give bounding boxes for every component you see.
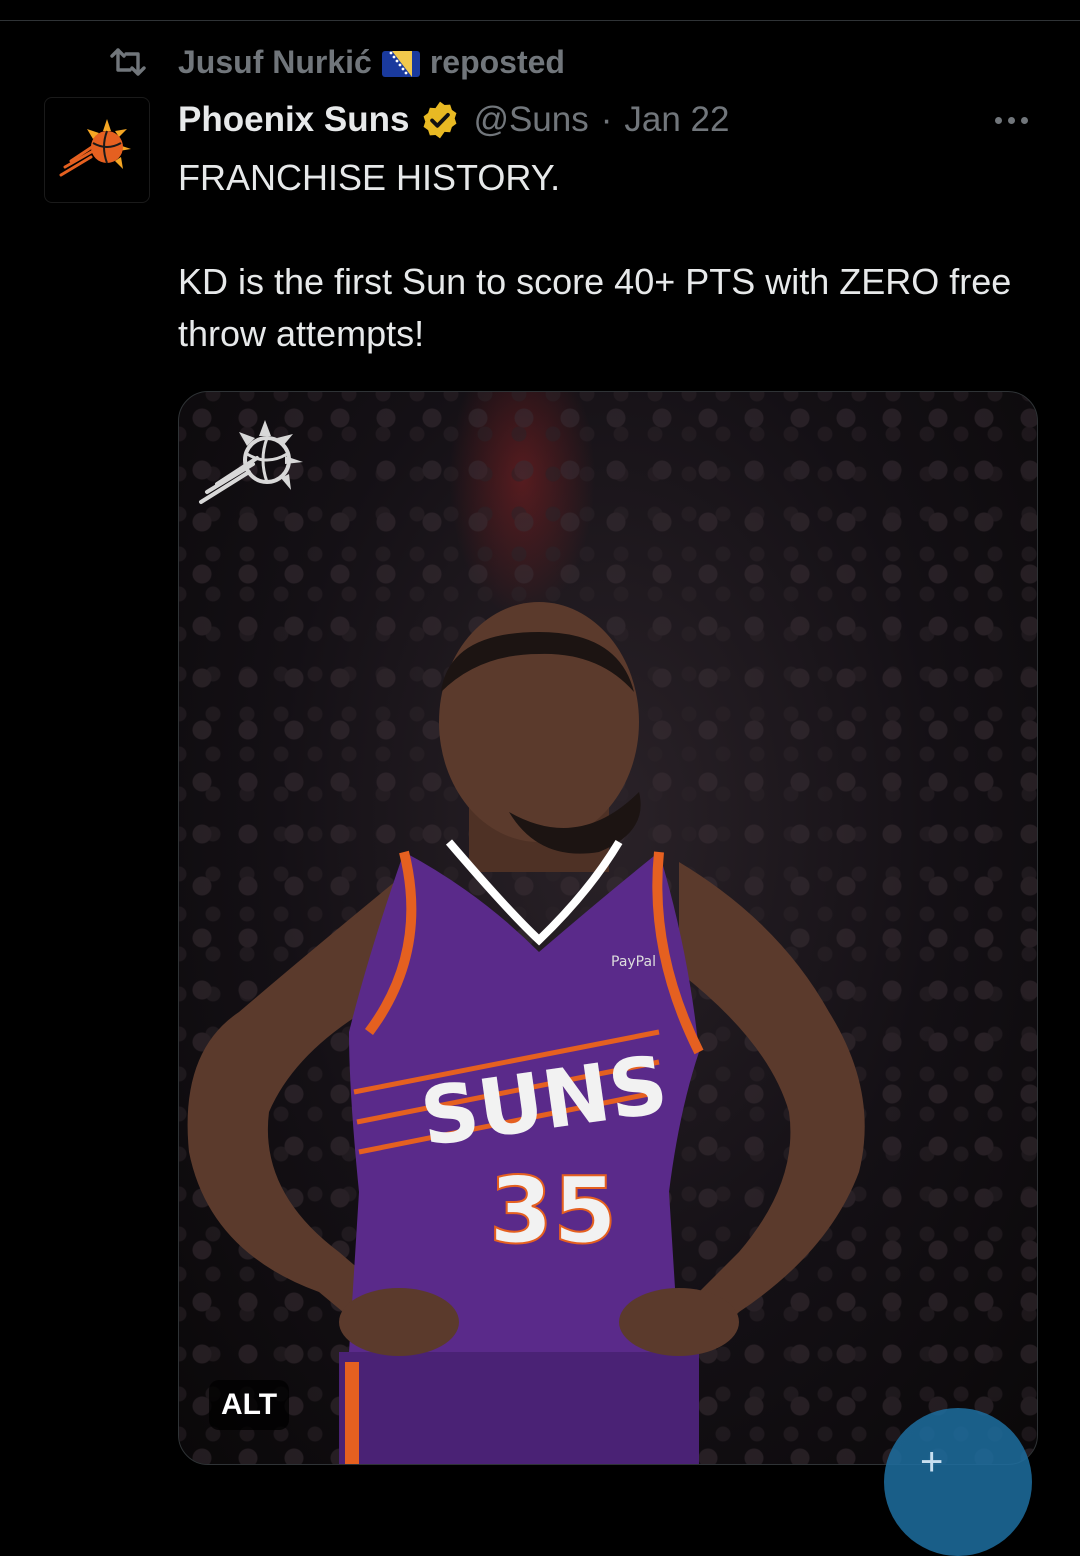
- tweet-text: FRANCHISE HISTORY. KD is the first Sun t…: [178, 152, 1038, 360]
- phoenix-suns-logo-icon: [59, 119, 131, 177]
- compose-post-button[interactable]: [884, 1408, 1032, 1556]
- repost-label: reposted: [429, 43, 565, 80]
- verified-badge-icon: [423, 101, 457, 139]
- suns-sunburst-logo-icon: [199, 420, 303, 504]
- tweet-text-line: FRANCHISE HISTORY.: [178, 157, 561, 198]
- alt-text-button[interactable]: ALT: [209, 1380, 289, 1430]
- repost-user-name[interactable]: Jusuf Nurkić: [178, 44, 372, 81]
- display-name[interactable]: Phoenix Suns: [178, 100, 409, 140]
- tweet-text-line: KD is the first Sun to score 40+ PTS wit…: [178, 261, 1012, 354]
- repost-icon: [106, 40, 150, 84]
- tweet-header: Phoenix Suns @Suns · Jan 22: [178, 96, 730, 144]
- jersey-number: 35: [489, 1157, 617, 1264]
- compose-post-icon: +: [920, 1440, 944, 1484]
- tweet-media-image[interactable]: SUNS 35 PayPal ALT: [178, 391, 1038, 1465]
- repost-context[interactable]: Jusuf Nurkić reposted: [106, 40, 565, 84]
- more-dots-icon[interactable]: [986, 100, 1036, 140]
- sponsor-label: PayPal: [611, 954, 656, 970]
- avatar[interactable]: [44, 97, 150, 203]
- bosnia-herzegovina-flag-icon: [381, 51, 420, 77]
- top-divider: [0, 20, 1080, 21]
- separator-dot: ·: [600, 100, 613, 139]
- player-photo: SUNS 35 PayPal: [187, 420, 865, 1464]
- post-date[interactable]: Jan 22: [624, 100, 729, 140]
- handle[interactable]: @Suns: [473, 100, 588, 140]
